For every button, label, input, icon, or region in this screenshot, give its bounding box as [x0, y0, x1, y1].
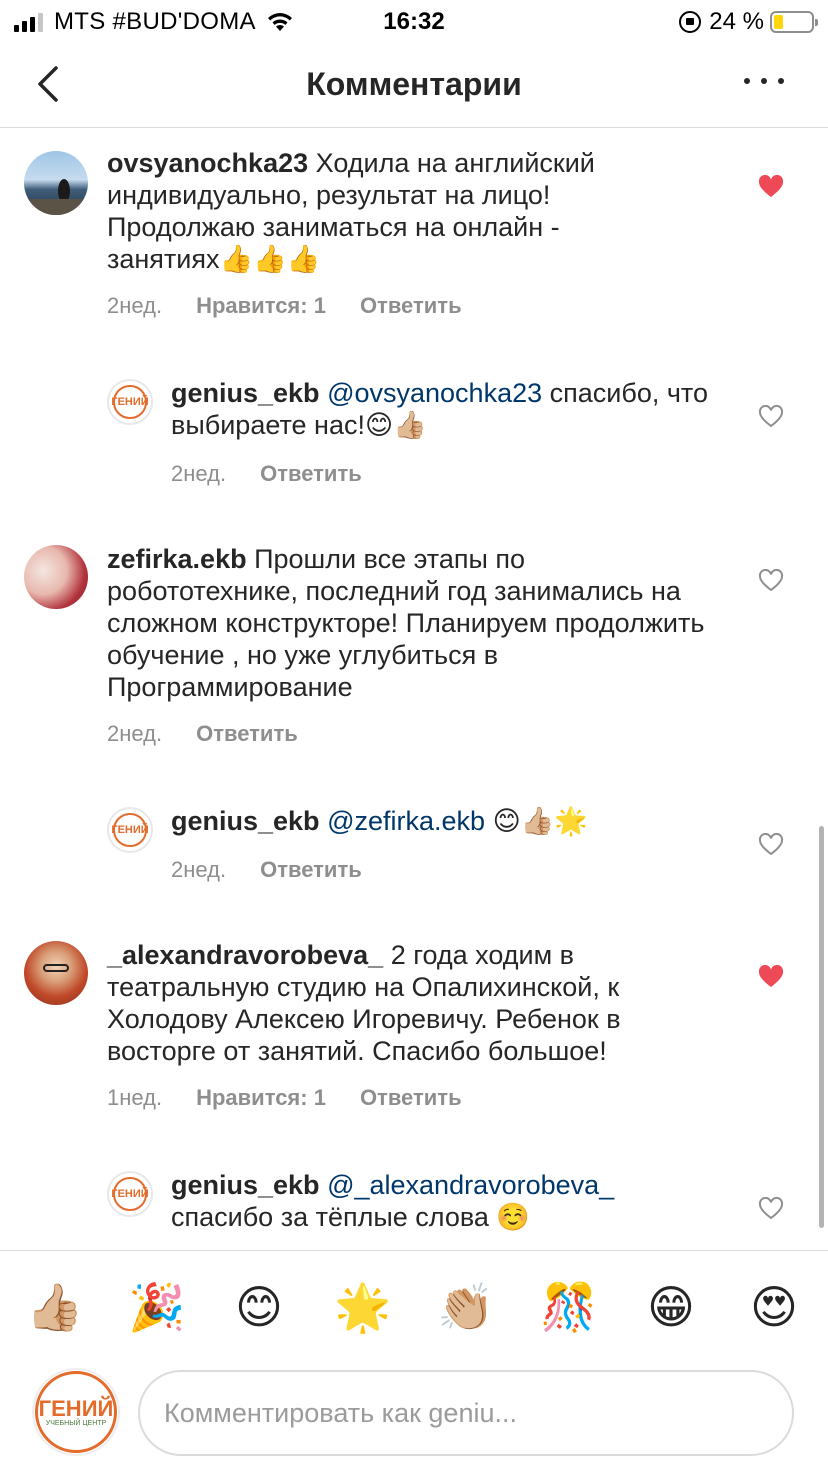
- emoji-thumbs-up[interactable]: 👍🏼: [26, 1279, 83, 1335]
- mention-link[interactable]: @ovsyanochka23: [327, 378, 542, 408]
- comment-username[interactable]: genius_ekb: [171, 378, 320, 408]
- comment-input[interactable]: [138, 1370, 794, 1456]
- comment-time: 2нед.: [107, 293, 163, 318]
- heart-outline-icon[interactable]: [758, 405, 784, 429]
- nav-header: Комментарии: [0, 44, 828, 128]
- reply-button[interactable]: Ответить: [196, 721, 298, 747]
- comment-username[interactable]: zefirka.ekb: [107, 544, 247, 574]
- comment-username[interactable]: _alexandravorobeva_: [107, 940, 383, 970]
- heart-outline-icon[interactable]: [758, 569, 784, 593]
- emoji-grinning-face[interactable]: 😁: [643, 1279, 699, 1335]
- logo-text: ГЕНИЙ: [38, 1395, 114, 1421]
- comment-meta: 2нед. Нравится: 1 Ответить: [107, 293, 496, 319]
- emoji-heart-eyes[interactable]: 😍: [746, 1279, 802, 1335]
- comment-username[interactable]: ovsyanochka23: [107, 148, 308, 178]
- emoji-confetti-ball[interactable]: 🎊: [540, 1279, 597, 1335]
- scrollbar[interactable]: [819, 826, 824, 1228]
- reply-button[interactable]: Ответить: [260, 461, 362, 487]
- likes-count[interactable]: Нравится: 1: [196, 293, 326, 319]
- emoji-party-popper[interactable]: 🎉: [128, 1279, 185, 1335]
- reply-button[interactable]: Ответить: [360, 293, 462, 319]
- battery-icon: [770, 11, 818, 33]
- avatar[interactable]: [24, 545, 88, 609]
- comments-list[interactable]: ovsyanochka23 Ходила на английский индив…: [0, 129, 828, 1249]
- comment-time: 2нед.: [171, 461, 227, 486]
- heart-filled-icon[interactable]: [758, 965, 784, 989]
- heart-filled-icon[interactable]: [758, 175, 784, 199]
- comment-username[interactable]: genius_ekb: [171, 1170, 320, 1200]
- avatar[interactable]: ГЕНИЙ: [107, 807, 153, 853]
- comment-composer: ГЕНИЙ УЧЕБНЫЙ ЦЕНТР: [0, 1362, 828, 1472]
- rotation-lock-icon: [679, 11, 702, 33]
- status-bar: MTS #BUD'DOMA 16:32 24 %: [0, 0, 828, 44]
- comment-meta: 2нед. Ответить: [107, 721, 332, 747]
- emoji-bar: 👍🏼 🎉 😊 🌟 👏🏼 🎊 😁 😍: [0, 1250, 828, 1362]
- comment-time: 2нед.: [171, 857, 227, 882]
- page-title: Комментарии: [306, 66, 522, 102]
- comment-meta: 2нед. Ответить: [171, 461, 396, 487]
- comment-time: 1нед.: [107, 1085, 163, 1110]
- heart-outline-icon[interactable]: [758, 1197, 784, 1221]
- likes-count[interactable]: Нравится: 1: [196, 1085, 326, 1111]
- comment-meta: 1нед. Нравится: 1 Ответить: [107, 1085, 496, 1111]
- avatar: ГЕНИЙ УЧЕБНЫЙ ЦЕНТР: [32, 1368, 120, 1456]
- mention-link[interactable]: @zefirka.ekb: [327, 806, 485, 836]
- reply-button[interactable]: Ответить: [360, 1085, 462, 1111]
- comment-text: спасибо за тёплые слова ☺️: [171, 1202, 531, 1232]
- comment-text: 😊👍🏼🌟: [492, 806, 588, 836]
- logo-subtext: УЧЕБНЫЙ ЦЕНТР: [45, 1419, 107, 1427]
- emoji-smiling-face[interactable]: 😊: [231, 1279, 287, 1335]
- avatar[interactable]: ГЕНИЙ: [107, 1171, 153, 1217]
- avatar[interactable]: ГЕНИЙ: [107, 379, 153, 425]
- reply-button[interactable]: Ответить: [260, 857, 362, 883]
- heart-outline-icon[interactable]: [758, 833, 784, 857]
- comment-meta: 2нед. Ответить: [171, 857, 396, 883]
- comment-time: 2нед.: [107, 721, 163, 746]
- emoji-clapping-hands[interactable]: 👏🏼: [437, 1279, 494, 1335]
- emoji-glowing-star[interactable]: 🌟: [334, 1279, 391, 1335]
- more-icon[interactable]: [744, 66, 784, 96]
- avatar[interactable]: [24, 941, 88, 1005]
- mention-link[interactable]: @_alexandravorobeva_: [327, 1170, 614, 1200]
- battery-percent: 24 %: [709, 8, 764, 35]
- avatar[interactable]: [24, 151, 88, 215]
- comment-username[interactable]: genius_ekb: [171, 806, 320, 836]
